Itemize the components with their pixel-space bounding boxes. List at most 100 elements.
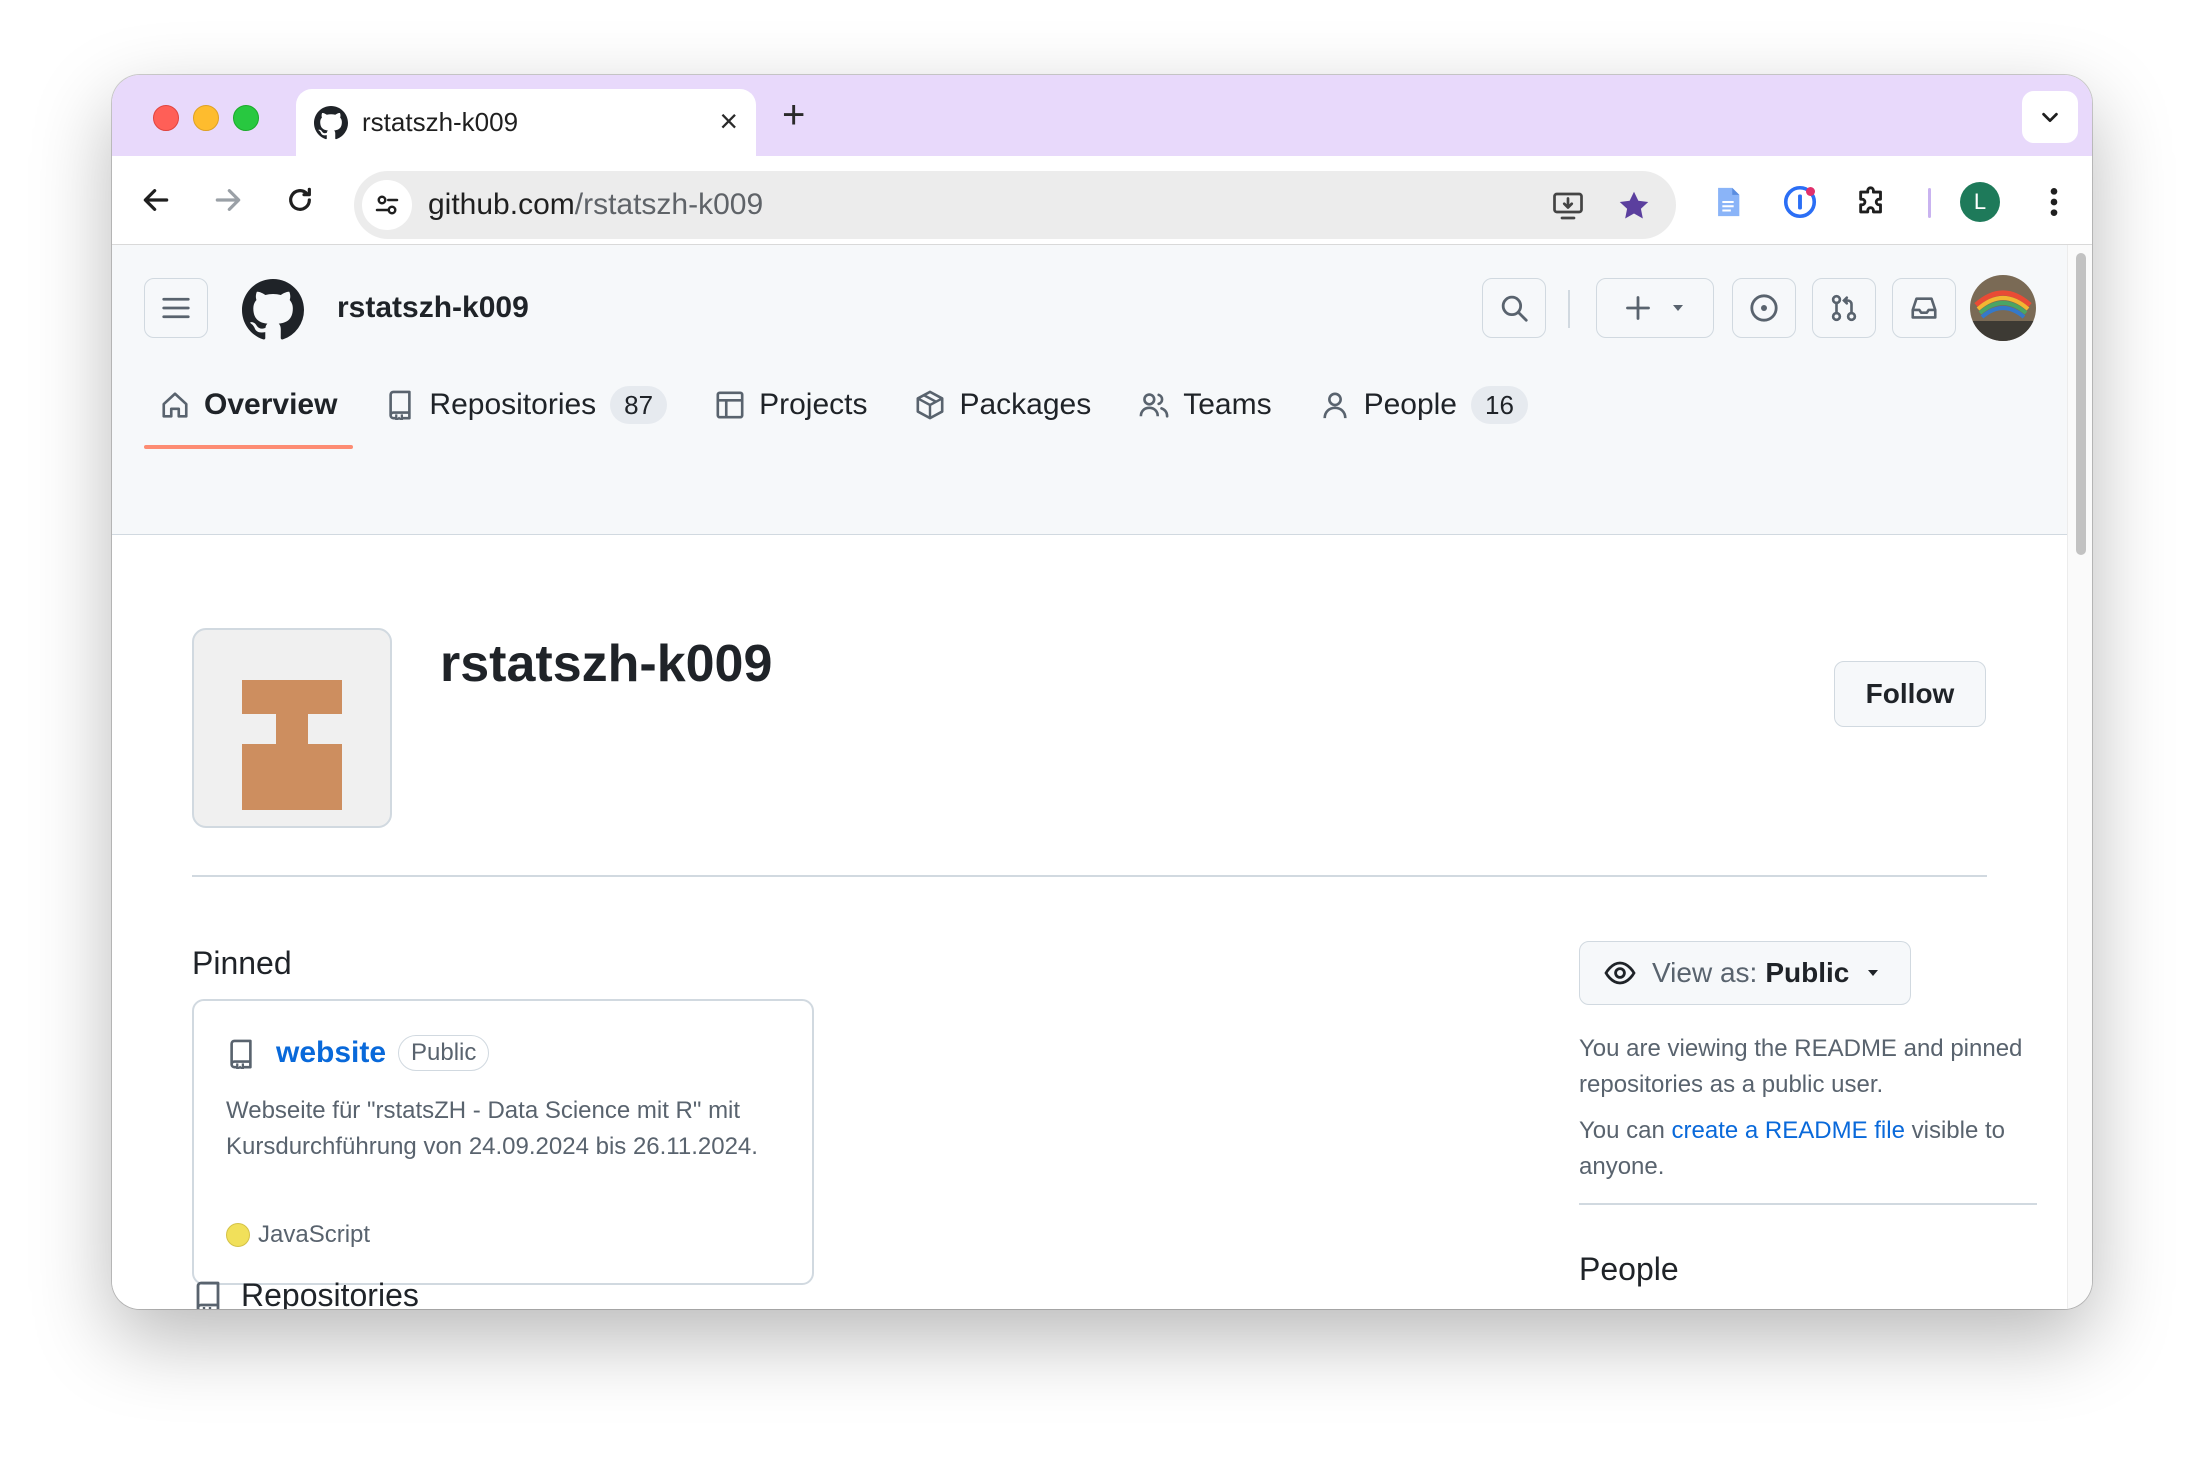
docs-extension-button[interactable] <box>1708 182 1748 222</box>
page-title: rstatszh-k009 <box>440 635 773 693</box>
install-app-icon[interactable] <box>1550 188 1586 224</box>
profile-avatar[interactable]: L <box>1960 182 2000 222</box>
chevron-down-icon <box>2042 112 2058 123</box>
page-scrollbar-thumb[interactable] <box>2076 253 2086 555</box>
web-page: rstatszh-k009 Overview Repositories 87 P… <box>112 245 2067 1309</box>
url-text: github.com/rstatszh-k009 <box>428 188 763 222</box>
url-host: github.com <box>428 188 575 221</box>
identicon-image-icon <box>242 680 342 810</box>
tab-repositories-label: Repositories <box>429 388 597 421</box>
view-as-label: View as: <box>1652 957 1758 988</box>
people-icon <box>1139 393 1169 418</box>
eye-icon <box>1604 961 1636 985</box>
back-button[interactable] <box>134 178 178 222</box>
view-as-dropdown[interactable]: View as: Public <box>1579 941 1911 1005</box>
pinned-heading: Pinned <box>192 945 292 981</box>
close-window-button[interactable] <box>153 105 179 131</box>
create-readme-link[interactable]: create a README file <box>1672 1117 1905 1144</box>
close-tab-icon[interactable]: × <box>719 103 738 139</box>
repositories-heading: Repositories <box>241 1277 419 1309</box>
extensions-button[interactable] <box>1852 182 1892 222</box>
header-org-link[interactable]: rstatszh-k009 <box>337 290 529 326</box>
new-tab-icon[interactable]: + <box>782 95 805 135</box>
issue-opened-icon <box>1750 294 1778 322</box>
pull-requests-button[interactable] <box>1812 278 1876 338</box>
repo-icon <box>196 1281 220 1309</box>
follow-button[interactable]: Follow <box>1834 661 1986 727</box>
inbox-icon <box>1911 297 1937 319</box>
sidebar-divider <box>1579 1203 2037 1205</box>
zoom-window-button[interactable] <box>233 105 259 131</box>
tab-people-label: People <box>1363 388 1457 421</box>
bookmark-star-icon[interactable] <box>1616 188 1652 224</box>
org-avatar <box>192 628 392 828</box>
git-pull-request-icon <box>1831 294 1857 322</box>
tab-repositories[interactable]: Repositories 87 <box>369 365 683 445</box>
kebab-menu-icon <box>2050 188 2058 216</box>
minimize-window-button[interactable] <box>193 105 219 131</box>
view-as-value: Public <box>1765 957 1850 988</box>
avatar-image-icon <box>1970 275 2036 341</box>
caret-down-icon <box>1868 970 1879 976</box>
browser-menu-button[interactable] <box>2034 182 2074 222</box>
tab-packages-label: Packages <box>959 388 1092 421</box>
person-icon <box>1322 392 1347 419</box>
arrow-right-icon <box>215 189 241 211</box>
global-menu-button[interactable] <box>144 278 208 338</box>
github-logo-icon[interactable] <box>242 279 304 341</box>
tab-packages[interactable]: Packages <box>899 365 1107 445</box>
package-icon <box>916 390 944 420</box>
reload-button[interactable] <box>278 178 322 222</box>
password-manager-extension-button[interactable] <box>1780 182 1820 222</box>
repo-icon <box>389 390 412 420</box>
tab-strip: rstatszh-k009 × + <box>112 75 2092 156</box>
tab-people[interactable]: People 16 <box>1304 365 1544 445</box>
org-navigation: Overview Repositories 87 Projects Packag… <box>144 365 1560 449</box>
search-icon <box>1501 295 1528 322</box>
tab-teams[interactable]: Teams <box>1123 365 1287 445</box>
create-readme-prefix: You can <box>1579 1117 1672 1144</box>
tab-title: rstatszh-k009 <box>362 107 519 137</box>
people-heading: People <box>1579 1251 1679 1287</box>
password-manager-icon <box>1783 185 1817 219</box>
puzzle-icon <box>1859 186 1882 214</box>
create-new-button[interactable] <box>1596 278 1714 338</box>
document-icon <box>1718 187 1740 217</box>
repo-description: Webseite für "rstatsZH - Data Science mi… <box>226 1097 758 1160</box>
address-bar[interactable]: github.com/rstatszh-k009 <box>354 171 1676 239</box>
table-icon <box>716 391 744 419</box>
plus-icon <box>1626 296 1650 320</box>
tab-overview[interactable]: Overview <box>144 365 354 449</box>
browser-tab[interactable]: rstatszh-k009 × <box>296 89 756 156</box>
visibility-badge: Public <box>398 1035 490 1071</box>
language-color-dot <box>226 1223 250 1247</box>
search-button[interactable] <box>1482 278 1546 338</box>
readme-note: You are viewing the README and pinned re… <box>1579 1035 2023 1098</box>
reload-icon <box>289 187 311 211</box>
tab-projects[interactable]: Projects <box>699 365 883 445</box>
browser-toolbar: github.com/rstatszh-k009 L <box>112 156 2092 245</box>
repo-language: JavaScript <box>258 1221 371 1248</box>
tab-overview-label: Overview <box>204 388 338 421</box>
inbox-button[interactable] <box>1892 278 1956 338</box>
repositories-count-badge: 87 <box>610 386 668 424</box>
tab-teams-label: Teams <box>1183 388 1272 421</box>
forward-button[interactable] <box>206 178 250 222</box>
people-count-badge: 16 <box>1471 386 1528 424</box>
github-favicon-icon <box>314 106 348 140</box>
tab-search-button[interactable] <box>2022 91 2078 143</box>
url-path: /rstatszh-k009 <box>574 188 764 221</box>
section-divider <box>192 875 1987 877</box>
pinned-repo-link[interactable]: website <box>276 1035 386 1071</box>
hamburger-icon <box>162 297 190 319</box>
user-avatar[interactable] <box>1970 275 2036 341</box>
browser-window: rstatszh-k009 × + github.com/rstatszh-k0… <box>112 75 2092 1309</box>
repo-icon <box>230 1039 252 1069</box>
create-readme-note: You can create a README file visible to … <box>1579 1113 2049 1185</box>
arrow-left-icon <box>143 189 169 211</box>
site-info-button[interactable] <box>362 180 412 230</box>
caret-down-icon <box>1673 305 1683 311</box>
github-header: rstatszh-k009 Overview Repositories 87 P… <box>112 245 2067 535</box>
home-icon <box>162 392 188 418</box>
issues-button[interactable] <box>1732 278 1796 338</box>
